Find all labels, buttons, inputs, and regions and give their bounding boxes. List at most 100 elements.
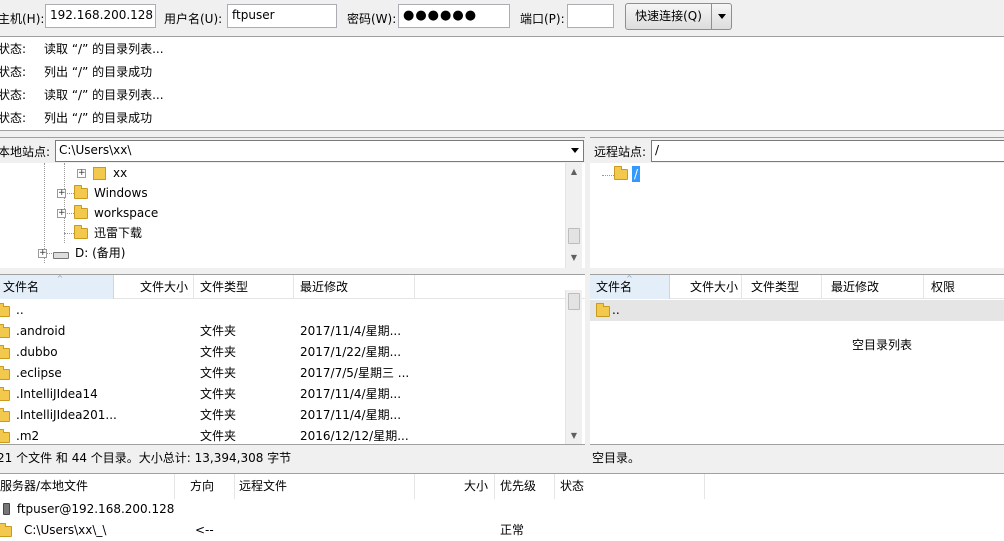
folder-icon — [0, 345, 10, 359]
queue-server-name: ftpuser@192.168.200.128 — [16, 502, 175, 516]
chevron-down-icon[interactable] — [571, 148, 579, 153]
queue-item-row[interactable]: C:\Users\xx\_\ <-- 正常 — [0, 520, 1004, 541]
column-filesize[interactable]: 文件大小 — [670, 275, 742, 299]
file-name: .. — [16, 303, 24, 317]
file-row[interactable]: .. — [0, 300, 585, 321]
port-label: 端口(P): — [520, 12, 565, 26]
column-label: 方向 — [190, 479, 215, 493]
file-name: .m2 — [16, 429, 40, 443]
file-name: .android — [16, 324, 66, 338]
file-type: 文件夹 — [200, 408, 237, 422]
transfer-queue[interactable]: 服务器/本地文件 方向 远程文件 大小 优先级 状态 ftpuser@192.1… — [0, 473, 1004, 541]
column-size[interactable]: 大小 — [415, 474, 495, 499]
local-status-line: 21 个文件 和 44 个目录。大小总计: 13,394,308 字节 — [0, 444, 585, 470]
folder-icon — [0, 324, 10, 338]
tree-item-label: xx — [113, 166, 128, 180]
remote-path-input[interactable]: / — [651, 140, 1004, 162]
username-label: 用户名(U): — [164, 12, 223, 26]
file-name: .eclipse — [16, 366, 62, 380]
column-filename[interactable]: ^ 文件名 — [590, 275, 670, 299]
column-priority[interactable]: 优先级 — [495, 474, 555, 499]
expand-icon[interactable]: + — [38, 249, 47, 258]
remote-directory-tree[interactable]: / — [590, 163, 1004, 268]
file-modified: 2017/11/4/星期... — [300, 324, 402, 338]
column-modified[interactable]: 最近修改 — [822, 275, 924, 299]
log-text: 读取 “/” 的目录列表... — [44, 88, 164, 102]
scroll-thumb[interactable] — [568, 228, 580, 244]
column-label: 优先级 — [500, 479, 537, 493]
remote-file-list[interactable]: ^ 文件名 文件大小 文件类型 最近修改 权限 .. 空目录列表 — [590, 274, 1004, 444]
quickconnect-bar: 主机(H): 192.168.200.128 用户名(U): ftpuser 密… — [0, 0, 1004, 34]
host-input[interactable]: 192.168.200.128 — [45, 4, 156, 28]
column-label: 远程文件 — [239, 479, 288, 493]
scroll-thumb[interactable] — [568, 293, 580, 310]
file-type: 文件夹 — [200, 429, 237, 443]
expand-icon[interactable]: + — [57, 189, 66, 198]
local-list-scrollbar[interactable]: ▼ — [565, 290, 582, 444]
scroll-down-icon[interactable]: ▼ — [566, 427, 582, 444]
quickconnect-dropdown-button[interactable] — [713, 4, 731, 29]
password-input[interactable]: ●●●●●● — [398, 4, 510, 28]
tree-item-label: 迅雷下载 — [94, 226, 143, 240]
scroll-down-icon[interactable]: ▼ — [566, 249, 582, 266]
folder-icon — [0, 387, 10, 401]
folder-icon — [74, 205, 88, 219]
column-filesize[interactable]: 文件大小 — [114, 275, 194, 299]
user-folder-icon — [93, 167, 106, 180]
column-permissions[interactable]: 权限 — [924, 275, 1004, 299]
local-path-combobox[interactable]: C:\Users\xx\ — [55, 140, 584, 162]
column-filetype[interactable]: 文件类型 — [742, 275, 822, 299]
local-tree-scrollbar[interactable]: ▲ ▼ — [565, 163, 582, 268]
folder-icon — [74, 225, 88, 239]
quickconnect-button-group: 快速连接(Q) — [625, 3, 732, 30]
local-file-list[interactable]: ^ 文件名 文件大小 文件类型 最近修改 .. .android 文件夹 201… — [0, 274, 585, 444]
column-label: 文件类型 — [200, 280, 249, 294]
file-row[interactable]: .dubbo 文件夹 2017/1/22/星期... — [0, 342, 585, 363]
column-server-local-file[interactable]: 服务器/本地文件 — [0, 474, 175, 499]
quickconnect-button[interactable]: 快速连接(Q) — [626, 4, 712, 29]
log-text: 读取 “/” 的目录列表... — [44, 42, 164, 56]
folder-icon — [614, 166, 628, 180]
file-row[interactable]: .android 文件夹 2017/11/4/星期... — [0, 321, 585, 342]
log-text: 列出 “/” 的目录成功 — [44, 65, 153, 79]
folder-icon — [0, 366, 10, 380]
file-modified: 2017/7/5/星期三 ... — [300, 366, 410, 380]
file-modified: 2017/11/4/星期... — [300, 387, 402, 401]
column-modified[interactable]: 最近修改 — [294, 275, 415, 299]
local-directory-tree[interactable]: + xx + Windows + workspace 迅雷下载 + D: (备用… — [0, 163, 585, 268]
queue-item-local: C:\Users\xx\_\ — [24, 523, 107, 537]
file-row[interactable]: .eclipse 文件夹 2017/7/5/星期三 ... — [0, 363, 585, 384]
column-label: 最近修改 — [300, 280, 349, 294]
expand-icon[interactable]: + — [77, 169, 86, 178]
column-filename[interactable]: ^ 文件名 — [0, 275, 114, 299]
sort-asc-icon: ^ — [626, 274, 633, 283]
message-log[interactable]: 状态: 读取 “/” 的目录列表... 状态: 列出 “/” 的目录成功 状态:… — [0, 36, 1004, 131]
file-type: 文件夹 — [200, 366, 237, 380]
file-row[interactable]: .IntelliJIdea201... 文件夹 2017/11/4/星期... — [0, 405, 585, 426]
log-key: 状态: — [0, 42, 27, 56]
column-status[interactable]: 状态 — [555, 474, 705, 499]
scroll-up-icon[interactable]: ▲ — [566, 163, 582, 180]
column-label: 最近修改 — [831, 280, 880, 294]
local-site-label: 本地站点: — [0, 145, 51, 159]
column-filetype[interactable]: 文件类型 — [194, 275, 294, 299]
column-label: 服务器/本地文件 — [0, 479, 89, 493]
username-input[interactable]: ftpuser — [227, 4, 337, 28]
folder-icon — [596, 303, 610, 317]
file-row[interactable]: .m2 文件夹 2016/12/12/星期... — [0, 426, 585, 444]
drive-icon — [53, 252, 69, 259]
file-type: 文件夹 — [200, 387, 237, 401]
queue-server-row[interactable]: ftpuser@192.168.200.128 — [0, 499, 174, 520]
file-name: .IntelliJIdea201... — [16, 408, 117, 422]
file-row[interactable]: .. — [590, 300, 1004, 321]
column-label: 文件类型 — [751, 280, 800, 294]
log-key: 状态: — [0, 65, 27, 79]
file-row[interactable]: .IntelliJIdea14 文件夹 2017/11/4/星期... — [0, 384, 585, 405]
expand-icon[interactable]: + — [57, 209, 66, 218]
log-text: 列出 “/” 的目录成功 — [44, 111, 153, 125]
port-input[interactable] — [567, 4, 614, 28]
tree-item-label: Windows — [94, 186, 148, 200]
column-direction[interactable]: 方向 — [175, 474, 235, 499]
column-remote-file[interactable]: 远程文件 — [235, 474, 415, 499]
empty-list-message: 空目录列表 — [852, 338, 913, 352]
